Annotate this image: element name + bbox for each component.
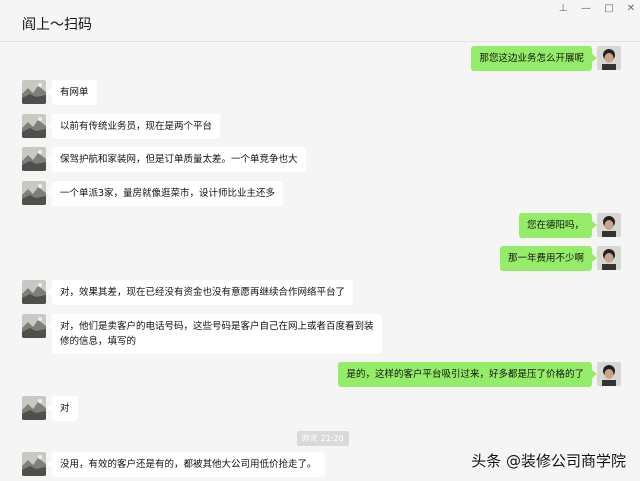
portrait-icon — [597, 213, 621, 237]
my-avatar[interactable] — [597, 46, 621, 70]
contact-avatar[interactable] — [22, 314, 46, 338]
chat-title: 阎上～扫码 — [22, 17, 92, 33]
message-bubble[interactable]: 对，效果其差，现在已经没有资金也没有意愿再继续合作网络平台了 — [46, 280, 354, 305]
pin-icon[interactable]: ⊥ — [556, 3, 570, 15]
contact-avatar[interactable] — [22, 280, 46, 304]
message-bubble[interactable]: 是的，这样的客户平台吸引过来，好多都是压了价格的了 — [338, 362, 597, 387]
landscape-icon — [22, 280, 46, 304]
message-list[interactable]: 那您这边业务怎么开展呢 有网单 以前有传统业务员，现在是两个平台 保驾护航和家装… — [0, 43, 640, 481]
portrait-icon — [597, 362, 621, 386]
close-button[interactable]: ✕ — [624, 3, 638, 15]
landscape-icon — [22, 114, 46, 138]
contact-avatar[interactable] — [22, 452, 46, 476]
my-avatar[interactable] — [597, 213, 621, 237]
landscape-icon — [22, 80, 46, 104]
landscape-icon — [22, 396, 46, 420]
maximize-button[interactable]: □ — [602, 3, 616, 15]
portrait-icon — [597, 246, 621, 270]
portrait-icon — [597, 46, 621, 70]
my-avatar[interactable] — [597, 362, 621, 386]
message-bubble[interactable]: 对 — [47, 396, 78, 421]
message-timestamp: 昨天 21:20 — [297, 431, 349, 446]
message-bubble[interactable]: 保驾护航和家装网，但是订单质量太差。一个单竞争也大 — [47, 147, 306, 172]
minimize-button[interactable]: — — [579, 3, 593, 15]
contact-avatar[interactable] — [22, 114, 46, 138]
message-bubble[interactable]: 有网单 — [47, 80, 97, 105]
contact-avatar[interactable] — [22, 181, 46, 205]
watermark: 头条 @装修公司商学院 — [471, 452, 626, 470]
landscape-icon — [22, 314, 46, 338]
my-avatar[interactable] — [597, 246, 621, 270]
message-bubble[interactable]: 您在德阳吗， — [518, 213, 598, 238]
message-bubble[interactable]: 没用，有效的客户还是有的，都被其他大公司用低价抢走了。 — [47, 452, 325, 477]
contact-avatar[interactable] — [22, 147, 46, 171]
landscape-icon — [22, 181, 46, 205]
landscape-icon — [22, 452, 46, 476]
message-bubble[interactable]: 那一年费用不少啊 — [499, 246, 598, 271]
message-bubble[interactable]: 那您这边业务怎么开展呢 — [471, 46, 597, 71]
message-bubble[interactable]: 对，他们是卖客户的电话号码，这些号码是客户自己在网上或者百度看到装修的信息，填写… — [47, 314, 382, 354]
contact-avatar[interactable] — [22, 396, 46, 420]
message-bubble[interactable]: 以前有传统业务员，现在是两个平台 — [46, 114, 221, 139]
contact-avatar[interactable] — [22, 80, 46, 104]
message-bubble[interactable]: 一个单派3家，量房就像逛菜市，设计师比业主还多 — [46, 181, 284, 206]
title-bar: 阎上～扫码 ⊥ — □ ✕ — [0, 0, 640, 42]
landscape-icon — [22, 147, 46, 171]
